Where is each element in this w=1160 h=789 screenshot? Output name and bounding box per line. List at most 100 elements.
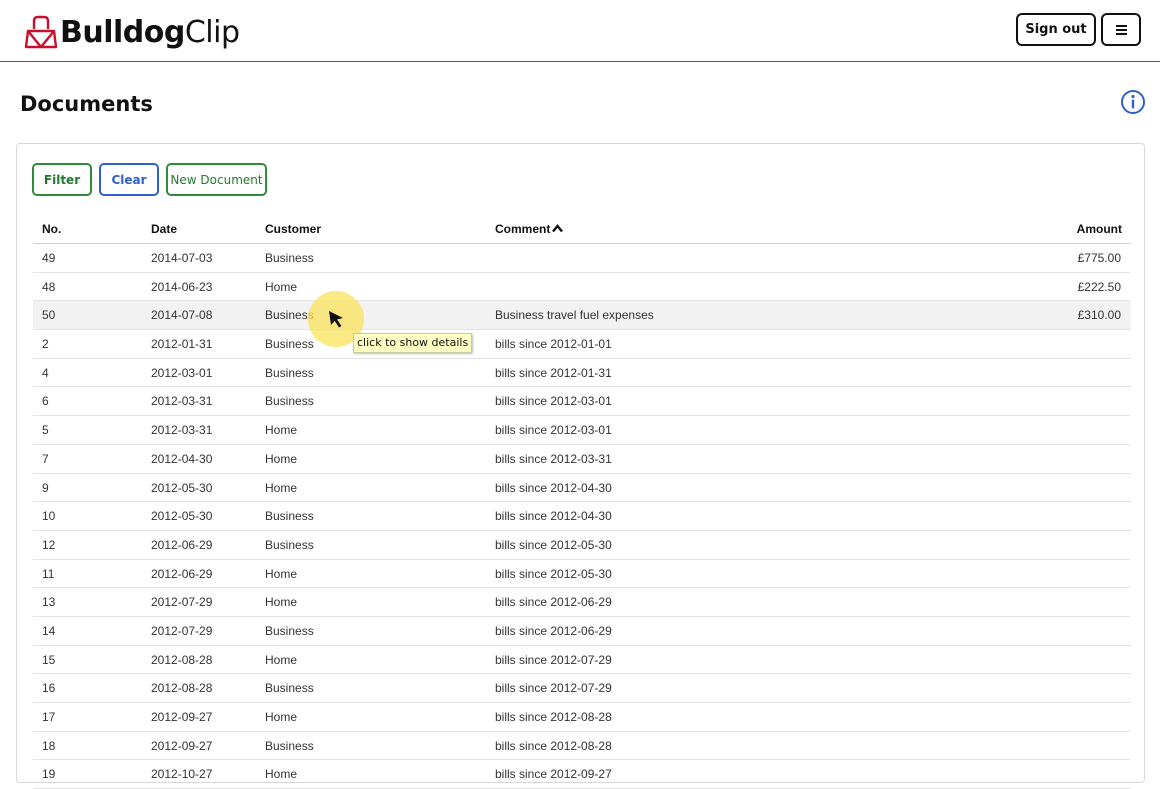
column-header-amount[interactable]: Amount (1077, 215, 1122, 243)
table-row[interactable]: 7 2012-04-30 Home bills since 2012-03-31 (33, 445, 1131, 474)
cell-comment: bills since 2012-03-01 (495, 423, 612, 438)
cell-customer: Home (265, 767, 298, 782)
cell-no: 11 (42, 566, 55, 581)
table-row[interactable]: 10 2012-05-30 Business bills since 2012-04-… (33, 502, 1131, 531)
cell-comment: bills since 2012-05-30 (495, 537, 612, 552)
column-header-comment-label: Comment (495, 222, 551, 236)
menu-button[interactable] (1101, 13, 1141, 46)
cell-customer: Business (265, 537, 314, 552)
column-header-date[interactable]: Date (151, 215, 177, 243)
table-row[interactable]: 11 2012-06-29 Home bills since 2012-05-30 (33, 560, 1131, 589)
table-row[interactable]: 12 2012-06-29 Business bills since 2012-05-… (33, 531, 1131, 560)
bulldog-clip-icon (24, 15, 58, 49)
cell-date: 2012-01-31 (151, 337, 213, 352)
cell-comment: bills since 2012-03-31 (495, 451, 612, 466)
table-row[interactable]: 17 2012-09-27 Home bills since 2012-08-28 (33, 703, 1131, 732)
cell-date: 2012-09-27 (151, 738, 213, 753)
cell-no: 12 (42, 537, 56, 552)
table-row[interactable]: 18 2012-09-27 Business bills since 2012-08-… (33, 732, 1131, 761)
cell-no: 10 (42, 509, 56, 524)
cell-comment: bills since 2012-06-29 (495, 623, 612, 638)
table-row[interactable]: 13 2012-07-29 Home bills since 2012-06-29 (33, 588, 1131, 617)
table-row[interactable]: 16 2012-08-28 Business bills since 2012-07-… (33, 674, 1131, 703)
cell-comment: bills since 2012-08-28 (495, 710, 612, 724)
cell-date: 2014-06-23 (151, 279, 213, 294)
table-row[interactable]: 6 2012-03-31 Business bills since 2012-03-0… (33, 387, 1131, 417)
table-row[interactable]: 19 2012-10-27 Home bills since 2012-09-27 (33, 760, 1131, 789)
cell-customer: Business (265, 251, 314, 265)
cell-customer: Home (265, 480, 298, 495)
table-row[interactable]: 2 2012-01-31 Business bills since 2012-01-0… (33, 330, 1131, 359)
table-row[interactable]: 48 2014-06-23 Home £222.50 (33, 273, 1131, 302)
logo[interactable]: Bulldog Clip (24, 12, 240, 52)
table-row[interactable]: 5 2012-03-31 Home bills since 2012-03-01 (33, 416, 1131, 445)
cell-date: 2012-08-28 (151, 652, 213, 667)
cell-date: 2012-05-30 (151, 509, 213, 524)
cell-comment: Business travel fuel expenses (495, 308, 654, 323)
hamburger-menu-icon (1115, 24, 1127, 35)
cell-customer: Home (265, 279, 298, 294)
app-header: Bulldog Clip Sign out (0, 0, 1160, 62)
info-icon[interactable] (1120, 89, 1146, 115)
cell-date: 2012-07-29 (151, 595, 213, 610)
cell-customer: Home (265, 566, 298, 581)
cell-no: 2 (42, 337, 49, 352)
cell-no: 17 (42, 710, 56, 724)
table-row[interactable]: 4 2012-03-01 Business bills since 2012-01-3… (33, 359, 1131, 388)
cell-customer: Business (265, 337, 314, 352)
cell-comment: bills since 2012-01-31 (495, 365, 612, 380)
cell-customer: Home (265, 595, 298, 610)
cell-date: 2012-06-29 (151, 537, 213, 552)
table-row[interactable]: 15 2012-08-28 Home bills since 2012-07-29 (33, 646, 1131, 675)
cell-customer: Home (265, 710, 298, 724)
cell-customer: Business (265, 394, 314, 409)
table-header: No. Date Customer Comment Amount (33, 215, 1131, 244)
cell-comment: bills since 2012-07-29 (495, 652, 612, 667)
logo-text-light: Clip (184, 14, 240, 50)
mouse-pointer-icon (329, 311, 343, 328)
cell-date: 2012-06-29 (151, 566, 213, 581)
cell-no: 18 (42, 738, 56, 753)
cell-no: 13 (42, 595, 56, 610)
cell-no: 7 (42, 451, 49, 466)
cell-date: 2012-03-31 (151, 394, 213, 409)
cell-no: 14 (42, 623, 56, 638)
column-header-comment[interactable]: Comment (495, 215, 564, 243)
cell-customer: Business (265, 623, 314, 638)
new-document-button[interactable]: New Document (166, 163, 267, 196)
cell-date: 2012-05-30 (151, 480, 213, 495)
cell-customer: Home (265, 451, 298, 466)
cell-no: 5 (42, 423, 49, 438)
cell-customer: Business (265, 509, 314, 524)
cell-no: 4 (42, 365, 49, 380)
logo-text-bold: Bulldog (60, 14, 185, 50)
cell-date: 2012-08-28 (151, 681, 213, 696)
table-row[interactable]: 50 2014-07-08 Business Business travel fuel… (33, 301, 1131, 331)
table-row[interactable]: 9 2012-05-30 Home bills since 2012-04-30 (33, 474, 1131, 503)
cell-customer: Business (265, 365, 314, 380)
cell-comment: bills since 2012-05-30 (495, 566, 612, 581)
cell-customer: Business (265, 308, 314, 323)
column-header-no[interactable]: No. (42, 215, 61, 243)
cell-date: 2012-03-01 (151, 365, 213, 380)
page-title: Documents (20, 92, 153, 116)
table-row[interactable]: 49 2014-07-03 Business £775.00 (33, 244, 1131, 273)
filter-button[interactable]: Filter (32, 163, 92, 196)
cell-date: 2014-07-08 (151, 308, 213, 323)
cell-no: 50 (42, 308, 56, 323)
cell-amount: £775.00 (1077, 251, 1121, 265)
documents-table: No. Date Customer Comment Amount 49 2014-… (33, 215, 1131, 789)
cell-customer: Business (265, 681, 314, 696)
table-row[interactable]: 14 2012-07-29 Business bills since 2012-06-… (33, 617, 1131, 646)
column-header-customer[interactable]: Customer (265, 215, 321, 243)
cell-amount: £310.00 (1077, 308, 1121, 323)
cell-no: 19 (42, 767, 56, 782)
cell-comment: bills since 2012-03-01 (495, 394, 612, 409)
cell-date: 2012-03-31 (151, 423, 213, 438)
cell-date: 2012-09-27 (151, 710, 213, 724)
clear-button[interactable]: Clear (99, 163, 159, 196)
cell-customer: Business (265, 738, 314, 753)
cell-date: 2012-04-30 (151, 451, 213, 466)
cell-comment: bills since 2012-08-28 (495, 738, 612, 753)
sign-out-button[interactable]: Sign out (1016, 13, 1096, 46)
